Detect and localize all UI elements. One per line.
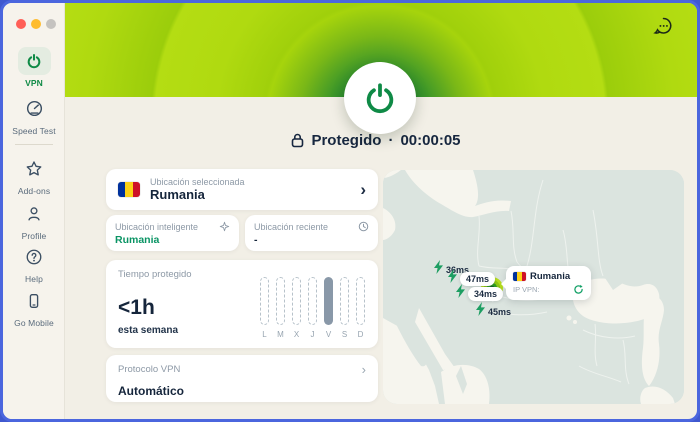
sidebar-item-help[interactable]: Help	[3, 244, 65, 284]
romania-flag-icon	[513, 272, 526, 281]
sidebar: VPN Speed Test Add-ons Profile Help Go Mobile	[3, 3, 65, 419]
sidebar-item-label: Profile	[3, 231, 65, 241]
chart-day-column: M	[276, 277, 285, 339]
app-window: VPN Speed Test Add-ons Profile Help Go Mobile…	[0, 0, 700, 422]
sidebar-item-go-mobile[interactable]: Go Mobile	[3, 288, 65, 328]
bolt-icon	[433, 260, 444, 279]
chart-day-column: S	[340, 277, 349, 339]
chart-day-column: L	[260, 277, 269, 339]
recent-location-card[interactable]: Ubicación reciente -	[245, 215, 378, 251]
tooltip-ip-label: IP VPN:	[513, 285, 540, 294]
protocol-value: Automático	[118, 384, 366, 398]
person-icon	[18, 201, 51, 227]
status-separator: ·	[388, 132, 393, 149]
chart-bar	[356, 277, 365, 325]
selected-location-value: Rumania	[150, 187, 245, 202]
sidebar-item-label: Go Mobile	[3, 318, 65, 328]
help-icon	[18, 244, 51, 270]
selected-location-label: Ubicación seleccionada	[150, 177, 245, 187]
bolt-icon	[475, 302, 486, 321]
chart-bar	[260, 277, 269, 325]
phone-icon	[18, 288, 51, 314]
ping-latency-label: 45ms	[488, 307, 511, 317]
sidebar-item-profile[interactable]: Profile	[3, 201, 65, 241]
sidebar-item-label: Speed Test	[3, 126, 65, 136]
chart-bar	[292, 277, 301, 325]
chart-day-column: D	[356, 277, 365, 339]
sparkle-icon	[219, 221, 230, 232]
protected-time-value: <1h	[118, 296, 155, 320]
power-button[interactable]	[344, 62, 416, 134]
chart-day-column: X	[292, 277, 301, 339]
connection-status: Protegido · 00:00:05	[65, 132, 687, 149]
minimize-window-button[interactable]	[31, 19, 41, 29]
smart-location-label: Ubicación inteligente	[115, 222, 198, 232]
chart-day-column: V	[324, 277, 333, 339]
ping-latency-label: 34ms	[468, 287, 503, 301]
window-controls	[16, 19, 56, 29]
sidebar-item-label: Add-ons	[3, 186, 65, 196]
chart-day-label: D	[358, 330, 364, 339]
chart-day-label: X	[294, 330, 299, 339]
vpn-protocol-card[interactable]: Protocolo VPN › Automático	[106, 355, 378, 402]
status-timer: 00:00:05	[400, 132, 460, 149]
clock-icon	[358, 221, 369, 232]
support-chat-icon[interactable]	[653, 16, 674, 37]
protocol-label: Protocolo VPN	[118, 364, 180, 375]
chart-bar	[276, 277, 285, 325]
recent-location-value: -	[254, 234, 369, 246]
chart-day-column: J	[308, 277, 317, 339]
chart-day-label: M	[277, 330, 284, 339]
chart-bar	[308, 277, 317, 325]
chart-day-label: S	[342, 330, 347, 339]
server-tooltip[interactable]: Rumania IP VPN:	[506, 266, 591, 300]
star-icon	[18, 156, 51, 182]
zoom-window-button[interactable]	[46, 19, 56, 29]
server-ping-marker[interactable]: 45ms	[475, 302, 511, 321]
selected-location-card[interactable]: Ubicación seleccionada Rumania ›	[106, 169, 378, 210]
refresh-icon[interactable]	[573, 284, 584, 295]
chart-bar	[340, 277, 349, 325]
chevron-right-icon: ›	[362, 363, 366, 376]
smart-location-value: Rumania	[115, 234, 230, 246]
sidebar-item-label: VPN	[3, 78, 65, 88]
power-icon	[363, 81, 397, 115]
protected-time-period: esta semana	[118, 325, 178, 336]
chart-bar	[324, 277, 333, 325]
sidebar-item-add-ons[interactable]: Add-ons	[3, 156, 65, 196]
protected-time-card: Tiempo protegido <1h esta semana LMXJVSD	[106, 260, 378, 348]
recent-location-label: Ubicación reciente	[254, 222, 328, 232]
speedometer-icon	[18, 95, 51, 121]
sidebar-item-vpn[interactable]: VPN	[3, 47, 65, 88]
chevron-right-icon: ›	[360, 181, 366, 198]
europe-map[interactable]: 36ms47ms34ms45ms Rumania IP VPN:	[383, 170, 684, 404]
sidebar-item-speed-test[interactable]: Speed Test	[3, 95, 65, 136]
sidebar-item-label: Help	[3, 274, 65, 284]
server-ping-marker[interactable]: 34ms	[455, 284, 503, 303]
tooltip-country: Rumania	[530, 271, 570, 282]
chart-day-label: J	[311, 330, 315, 339]
romania-flag-icon	[118, 182, 140, 197]
close-window-button[interactable]	[16, 19, 26, 29]
chart-day-label: L	[262, 330, 266, 339]
lock-icon	[291, 133, 304, 148]
status-label: Protegido	[311, 132, 381, 149]
weekly-usage-chart: LMXJVSD	[260, 277, 365, 339]
sidebar-divider	[15, 144, 53, 145]
chart-day-label: V	[326, 330, 331, 339]
smart-location-card[interactable]: Ubicación inteligente Rumania	[106, 215, 239, 251]
bolt-icon	[455, 284, 466, 303]
power-icon	[18, 47, 51, 75]
